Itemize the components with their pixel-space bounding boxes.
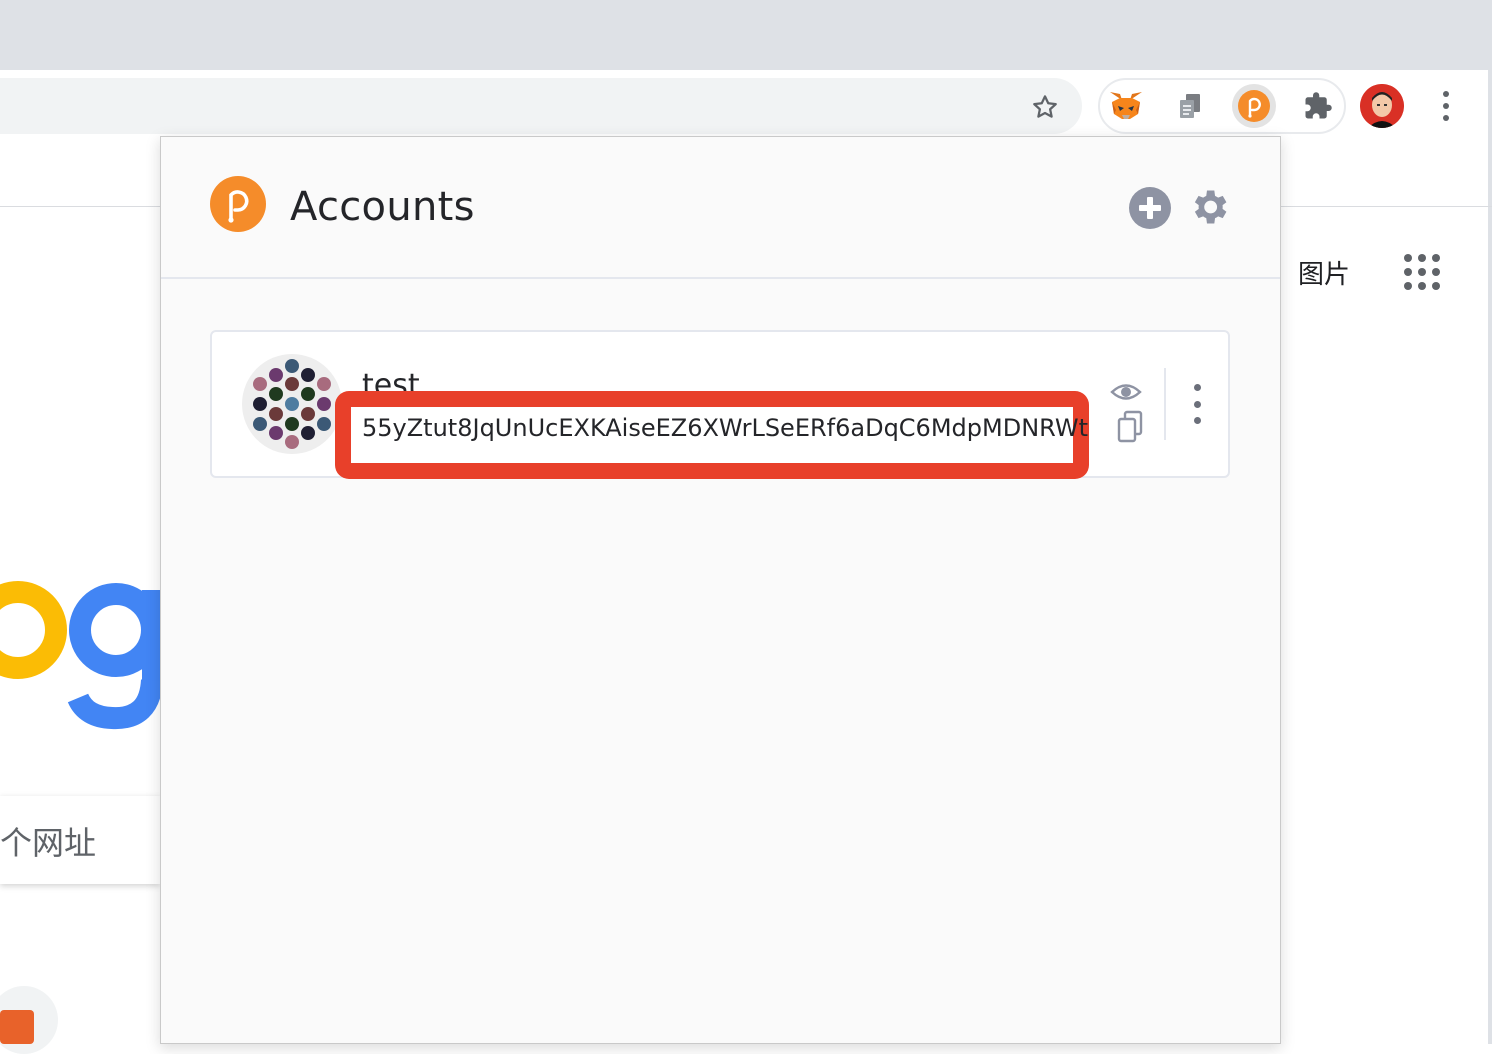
address-bar[interactable]	[0, 78, 1082, 134]
search-placeholder: 个网址	[0, 825, 97, 861]
star-icon[interactable]	[1028, 90, 1062, 124]
apps-grid-icon[interactable]	[1404, 254, 1440, 290]
account-address: 55yZtut8JqUnUcEXKAiseEZ6XWrLSeERf6aDqC6M…	[362, 414, 1088, 442]
kebab-menu-icon[interactable]	[1428, 88, 1464, 124]
metamask-icon[interactable]	[1104, 84, 1148, 128]
page-title: Accounts	[290, 184, 475, 230]
copy-extension-icon[interactable]	[1168, 84, 1212, 128]
card-divider	[1164, 368, 1166, 440]
window-edge	[1488, 0, 1492, 1044]
eye-icon[interactable]	[1110, 378, 1142, 406]
plus-circle-icon[interactable]	[1128, 186, 1172, 230]
tab-strip	[0, 0, 1492, 70]
avatar[interactable]	[1360, 84, 1404, 128]
gear-icon[interactable]	[1187, 185, 1231, 229]
identicon	[242, 354, 342, 454]
polkadot-js-icon[interactable]	[1232, 84, 1276, 128]
shortcut-icon	[0, 1010, 34, 1044]
images-link[interactable]: 图片	[1298, 254, 1350, 291]
google-logo	[0, 560, 160, 740]
polkadot-logo-icon	[210, 176, 266, 232]
copy-icon[interactable]	[1116, 410, 1144, 444]
puzzle-icon[interactable]	[1296, 84, 1340, 128]
more-menu-icon[interactable]	[1186, 380, 1208, 428]
